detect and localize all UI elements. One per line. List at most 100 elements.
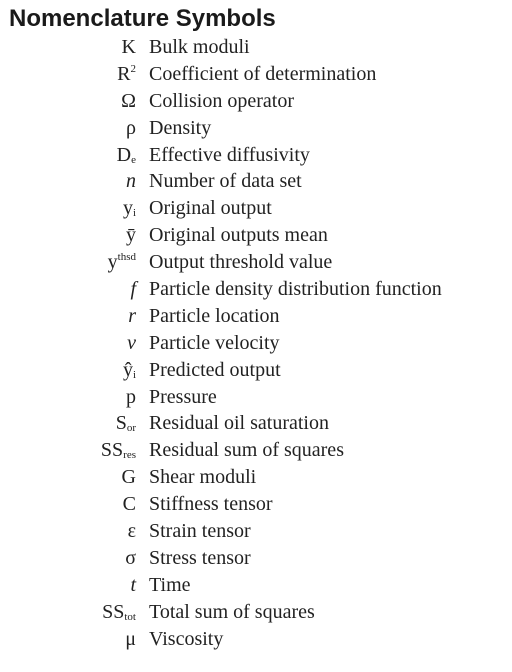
- nomenclature-entry: n Number of data set: [0, 168, 512, 195]
- symbol-description: Density: [149, 116, 212, 139]
- symbol: C: [0, 491, 136, 518]
- nomenclature-entry: v Particle velocity: [0, 330, 512, 357]
- symbol-superscript: 2: [130, 62, 137, 75]
- symbol: n: [0, 168, 136, 195]
- nomenclature-entry: μ Viscosity: [0, 626, 512, 653]
- symbol: ȳ: [0, 222, 136, 249]
- symbol-description: Original outputs mean: [149, 224, 328, 247]
- symbol: t: [0, 572, 136, 599]
- symbol: K: [0, 34, 136, 61]
- symbol-description: Number of data set: [149, 170, 302, 193]
- symbol-subscript: res: [123, 449, 136, 462]
- symbol-description: Collision operator: [149, 89, 294, 112]
- symbol-base: ŷ: [122, 358, 133, 381]
- symbol-subscript: or: [126, 422, 136, 435]
- nomenclature-entry: f Particle density distribution function: [0, 276, 512, 303]
- symbol-description: Viscosity: [149, 627, 224, 650]
- symbol-subscript: i: [132, 368, 136, 381]
- symbol-base: C: [122, 493, 136, 516]
- symbol-base: ρ: [126, 116, 136, 139]
- nomenclature-entry: SStot Total sum of squares: [0, 599, 512, 626]
- symbol-description: Residual oil saturation: [149, 412, 329, 435]
- nomenclature-entry: De Effective diffusivity: [0, 142, 512, 169]
- symbol-description: Strain tensor: [149, 520, 251, 543]
- symbol: De: [0, 142, 136, 169]
- nomenclature-entry: p Pressure: [0, 384, 512, 411]
- symbol-description: Predicted output: [149, 358, 281, 381]
- symbol: ε: [0, 518, 136, 545]
- symbol: σ: [0, 545, 136, 572]
- symbol-description: Pressure: [149, 385, 217, 408]
- symbol-base: ȳ: [126, 224, 136, 247]
- symbol-subscript: tot: [124, 610, 136, 623]
- symbol-description: Particle velocity: [149, 331, 280, 354]
- symbol-description: Stiffness tensor: [149, 493, 273, 516]
- nomenclature-entry: K Bulk moduli: [0, 34, 512, 61]
- symbol-base: v: [127, 331, 136, 354]
- nomenclature-entry: yi Original output: [0, 195, 512, 222]
- symbol-description: Residual sum of squares: [149, 439, 344, 462]
- symbol: SSres: [0, 437, 136, 464]
- symbol-description: Original output: [149, 197, 272, 220]
- symbol: r: [0, 303, 136, 330]
- symbol: μ: [0, 626, 136, 653]
- symbol-description: Particle density distribution function: [149, 278, 442, 301]
- symbol-description: Particle location: [149, 304, 280, 327]
- nomenclature-entry: t Time: [0, 572, 512, 599]
- symbol-base: SS: [100, 439, 124, 462]
- symbol-description: Total sum of squares: [149, 600, 315, 623]
- symbol: SStot: [0, 599, 136, 626]
- nomenclature-list: K Bulk moduli R2 Coefficient of determinati…: [0, 34, 512, 652]
- symbol-base: t: [130, 573, 136, 596]
- nomenclature-entry: ythsd Output threshold value: [0, 249, 512, 276]
- symbol-base: S: [115, 412, 127, 435]
- symbol-base: n: [126, 170, 136, 193]
- symbol: p: [0, 384, 136, 411]
- symbol-description: Stress tensor: [149, 546, 251, 569]
- symbol: Sor: [0, 410, 136, 437]
- symbol-base: ε: [127, 520, 136, 543]
- page-title: Nomenclature Symbols: [9, 5, 276, 32]
- symbol-base: μ: [125, 627, 136, 650]
- symbol-subscript: i: [132, 207, 136, 220]
- symbol-base: K: [121, 36, 136, 58]
- nomenclature-entry: R2 Coefficient of determination: [0, 61, 512, 88]
- symbol: yi: [0, 195, 136, 222]
- nomenclature-entry: Ω Collision operator: [0, 88, 512, 115]
- symbol: ŷi: [0, 357, 136, 384]
- symbol-base: p: [126, 385, 136, 408]
- symbol-base: y: [122, 197, 133, 220]
- symbol-description: Effective diffusivity: [149, 143, 310, 166]
- symbol-base: D: [116, 143, 132, 166]
- nomenclature-entry: ε Strain tensor: [0, 518, 512, 545]
- symbol: ρ: [0, 115, 136, 142]
- symbol-base: G: [121, 466, 136, 489]
- symbol-base: SS: [102, 600, 125, 623]
- symbol-description: Shear moduli: [149, 466, 257, 489]
- symbol-description: Output threshold value: [149, 251, 333, 274]
- symbol-base: R: [117, 62, 131, 85]
- nomenclature-entry: r Particle location: [0, 303, 512, 330]
- nomenclature-entry: ρ Density: [0, 115, 512, 142]
- symbol-description: Time: [149, 573, 191, 596]
- symbol-base: f: [130, 278, 136, 301]
- symbol-subscript: e: [131, 153, 136, 166]
- symbol-base: σ: [125, 546, 136, 569]
- nomenclature-entry: G Shear moduli: [0, 464, 512, 491]
- symbol: Ω: [0, 88, 136, 115]
- symbol-base: r: [128, 304, 136, 327]
- symbol-superscript: thsd: [117, 251, 136, 264]
- symbol-base: Ω: [121, 89, 136, 112]
- symbol-description: Bulk moduli: [149, 36, 250, 58]
- nomenclature-entry: Sor Residual oil saturation: [0, 410, 512, 437]
- symbol-description: Coefficient of determination: [149, 62, 377, 85]
- nomenclature-entry: ȳ Original outputs mean: [0, 222, 512, 249]
- symbol: f: [0, 276, 136, 303]
- symbol: R2: [0, 61, 136, 88]
- symbol: ythsd: [0, 249, 136, 276]
- symbol: v: [0, 330, 136, 357]
- nomenclature-entry: ŷi Predicted output: [0, 357, 512, 384]
- nomenclature-entry: C Stiffness tensor: [0, 491, 512, 518]
- nomenclature-entry: SSres Residual sum of squares: [0, 437, 512, 464]
- nomenclature-entry: σ Stress tensor: [0, 545, 512, 572]
